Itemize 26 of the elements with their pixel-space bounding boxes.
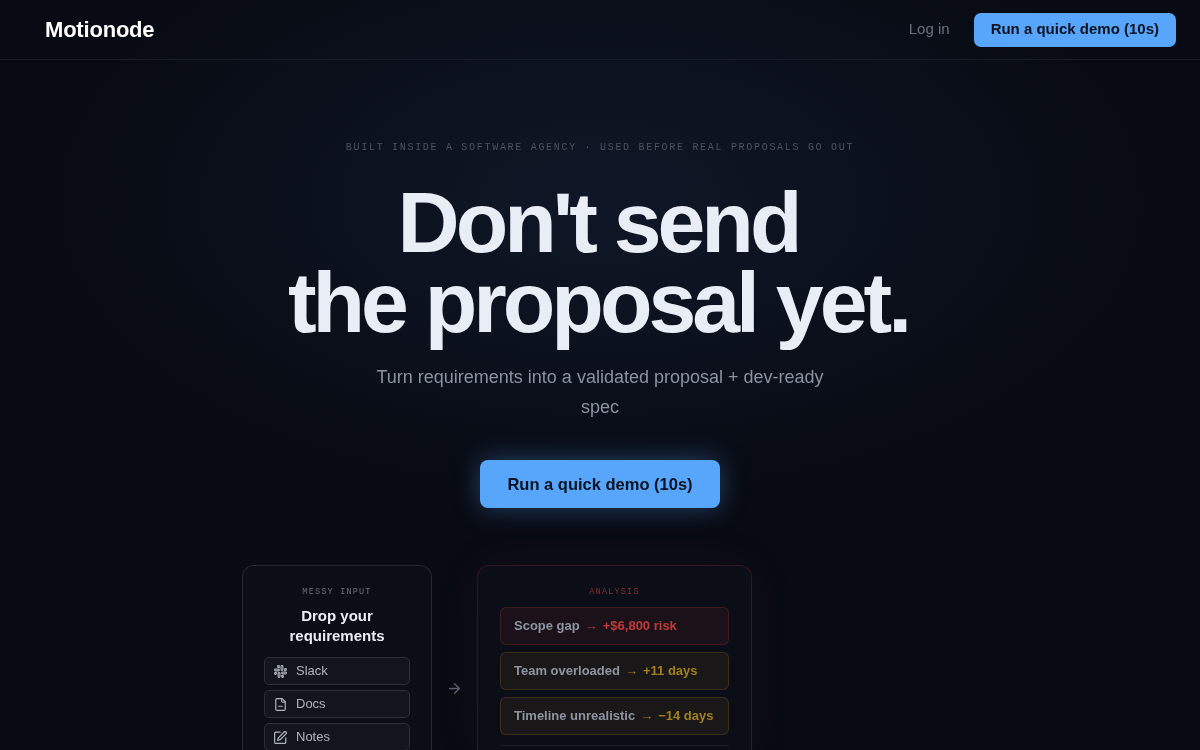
card-title: Drop your requirements — [288, 606, 386, 646]
hero-headline: Don't send the proposal yet. — [287, 182, 910, 352]
arrow-right-icon — [449, 683, 460, 694]
impact-text: +$6,800 risk — [602, 617, 677, 636]
login-link[interactable]: Log in — [908, 18, 950, 41]
arrow-text: → — [640, 707, 654, 726]
demo-button[interactable]: Run a quick demo (10s) — [973, 12, 1176, 47]
card-label: MESSY INPUT — [301, 586, 373, 598]
pinwheel-icon — [274, 664, 287, 678]
pencil-square-icon — [274, 730, 287, 744]
source-item[interactable]: Notes — [264, 723, 410, 750]
hero-subtitle: Turn requirements into a validated proposal + dev-ready spec — [375, 366, 825, 419]
arrow-text: → — [624, 662, 638, 681]
card-label: ANALYSIS — [588, 586, 641, 598]
impact-text: −14 days — [658, 707, 714, 726]
logo-text: Motionode — [45, 16, 155, 44]
source-item[interactable]: Slack — [264, 657, 410, 685]
arrow-text: → — [584, 617, 598, 636]
issue-text: Team overloaded — [514, 662, 620, 681]
issue-text: Scope gap — [514, 617, 580, 636]
impact-text: +11 days — [642, 662, 698, 681]
document-icon — [274, 697, 287, 711]
eyebrow-text: BUILT INSIDE A SOFTWARE AGENCY · USED BEFORE REAL PROPOSALS GO OUT — [345, 141, 855, 155]
demo-button[interactable]: Run a quick demo (10s) — [480, 460, 720, 508]
source-item[interactable]: Docs — [264, 690, 410, 718]
issue-text: Timeline unrealistic — [514, 707, 636, 726]
